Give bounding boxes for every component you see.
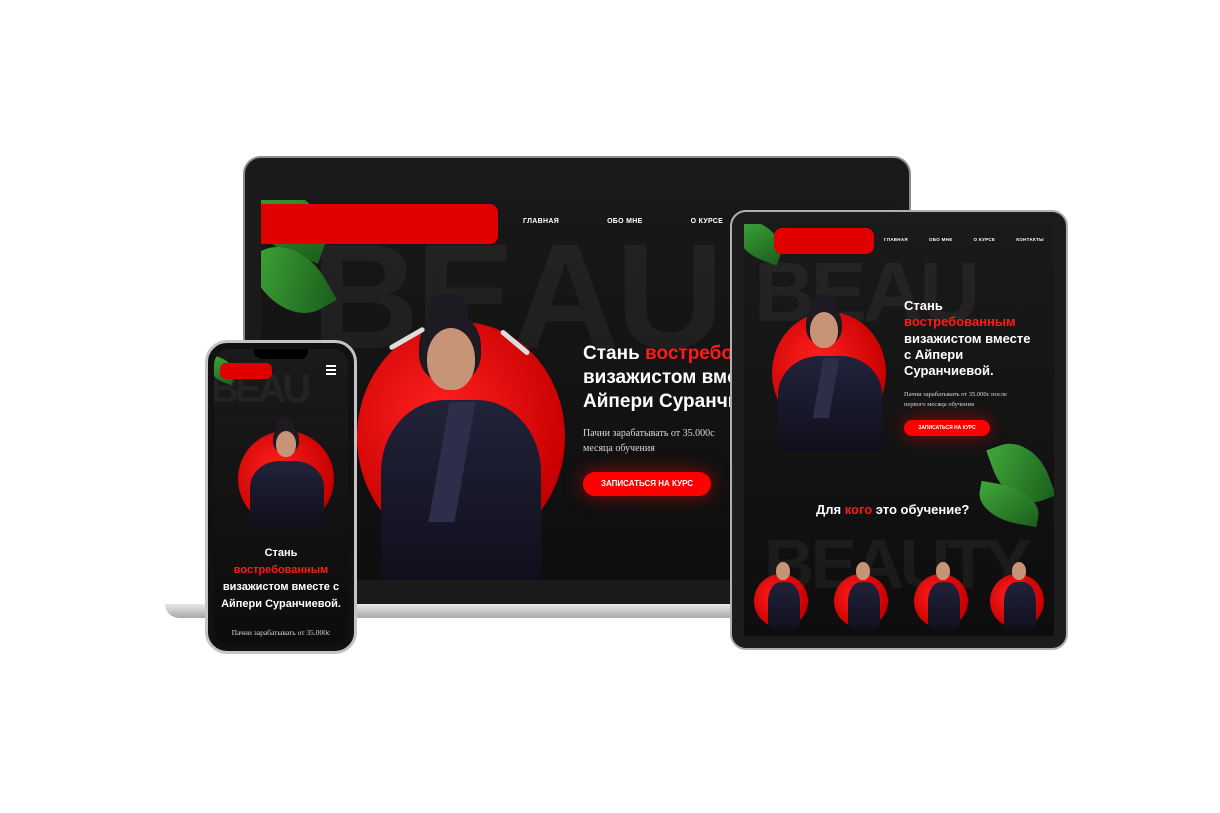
- tablet-screen: BEAU BEAUTY ГЛАВНАЯ ОБО МНЕ О КУРСЕ КОНТ…: [744, 224, 1054, 636]
- nav-item-about-course[interactable]: О КУРСЕ: [691, 218, 724, 225]
- audience-card-person: [764, 560, 804, 630]
- phone-screen: BEAU Стань востребованным визажистом вме…: [214, 349, 348, 645]
- main-nav: ГЛАВНАЯ ОБО МНЕ О КУРСЕ КОНТАКТЫ: [884, 237, 1044, 242]
- hamburger-menu-icon[interactable]: [326, 365, 336, 377]
- phone-notch: [254, 349, 308, 359]
- tablet-device: BEAU BEAUTY ГЛАВНАЯ ОБО МНЕ О КУРСЕ КОНТ…: [730, 210, 1068, 650]
- section-title-audience: Для кого это обучение?: [816, 502, 970, 517]
- nav-item-home[interactable]: ГЛАВНАЯ: [523, 218, 559, 225]
- audience-card-person: [844, 560, 884, 630]
- hero-subtitle: Пачни зарабатывать от 35.000с после перв…: [904, 391, 1008, 408]
- logo-bar[interactable]: [774, 228, 874, 254]
- nav-item-contacts[interactable]: КОНТАКТЫ: [1016, 237, 1044, 242]
- nav-item-about-me[interactable]: ОБО МНЕ: [929, 237, 953, 242]
- hero-portrait: [361, 290, 561, 580]
- enroll-button[interactable]: ЗАПИСАТЬСЯ НА КУРС: [583, 472, 711, 496]
- main-nav: ГЛАВНАЯ ОБО МНЕ О КУРСЕ: [523, 218, 723, 225]
- logo-bar[interactable]: [261, 204, 498, 244]
- hero-portrait: [240, 415, 334, 527]
- hero-portrait: [764, 290, 894, 454]
- phone-device: BEAU Стань востребованным визажистом вме…: [205, 340, 357, 654]
- hero-title: Стань востребованным визажистом вместе с…: [221, 547, 341, 611]
- hero-subtitle: Пачни зарабатывать от 35.000с: [231, 628, 331, 637]
- nav-item-about-me[interactable]: ОБО МНЕ: [607, 218, 643, 225]
- enroll-button[interactable]: ЗАПИСАТЬСЯ НА КУРС: [904, 420, 990, 436]
- nav-item-about-course[interactable]: О КУРСЕ: [974, 237, 996, 242]
- audience-card-person: [924, 560, 964, 630]
- hero-title: Стань востребованным визажистом вместе с…: [904, 298, 1031, 378]
- nav-item-home[interactable]: ГЛАВНАЯ: [884, 237, 908, 242]
- hero-subtitle: Пачни зарабатывать от 35.000с месяца обу…: [583, 428, 715, 454]
- logo-bar[interactable]: [220, 363, 272, 379]
- audience-card-person: [1000, 560, 1040, 630]
